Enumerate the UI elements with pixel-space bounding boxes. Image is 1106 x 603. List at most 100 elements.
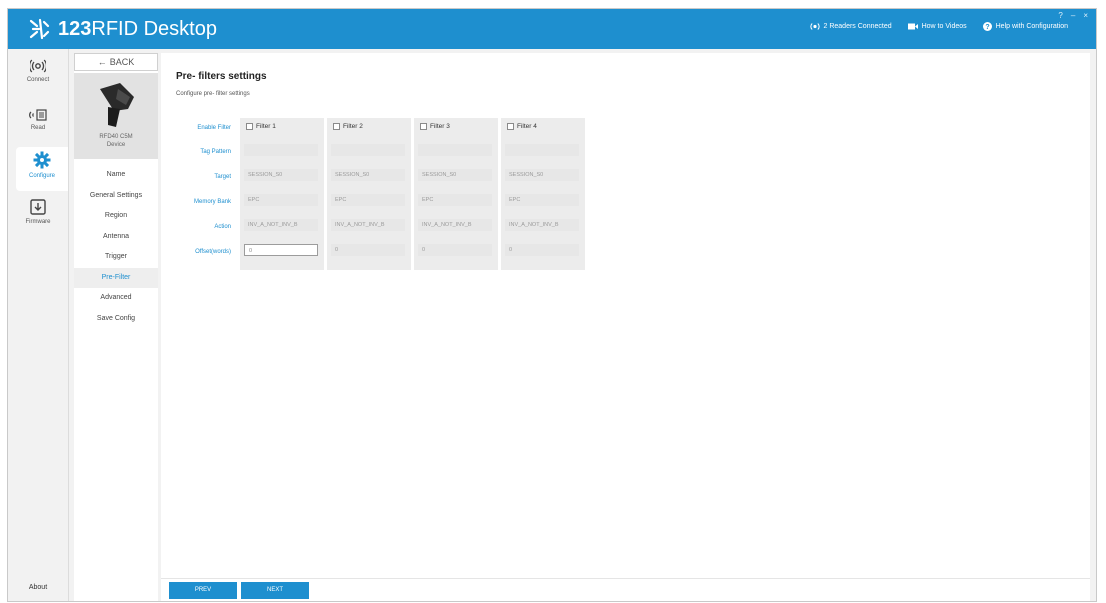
row-label-target: Target bbox=[214, 174, 231, 180]
nav-item-general-settings[interactable]: General Settings bbox=[74, 186, 158, 207]
filter-1-target[interactable]: SESSION_S0 bbox=[244, 169, 318, 181]
filter-1-tag-pattern[interactable] bbox=[244, 144, 318, 156]
nav-item-antenna[interactable]: Antenna bbox=[74, 227, 158, 248]
rail-item-read[interactable]: Read bbox=[12, 105, 64, 145]
zebra-logo-icon bbox=[28, 18, 52, 40]
left-rail: Connect Read Configure Firmware About bbox=[8, 49, 69, 601]
row-label-action: Action bbox=[214, 224, 231, 230]
config-nav-panel: ← BACK RFD40 C5M Device Name General Set… bbox=[74, 53, 158, 601]
row-label-memory-bank: Memory Bank bbox=[193, 199, 231, 205]
app-title-rest: RFID Desktop bbox=[91, 18, 217, 40]
help-window-button[interactable]: ? bbox=[1058, 11, 1062, 20]
row-label-enable-filter: Enable Filter bbox=[197, 125, 231, 131]
filter-1-action[interactable]: INV_A_NOT_INV_B bbox=[244, 219, 318, 231]
filter-4-checkbox[interactable] bbox=[507, 123, 514, 130]
filter-2-tag-pattern[interactable] bbox=[331, 144, 405, 156]
filter-4-action[interactable]: INV_A_NOT_INV_B bbox=[505, 219, 579, 231]
filter-1-offset[interactable]: 0 bbox=[244, 244, 318, 256]
download-icon bbox=[12, 199, 64, 217]
filter-2-offset[interactable]: 0 bbox=[331, 244, 405, 256]
filter-1-label: Filter 1 bbox=[256, 123, 276, 130]
rail-item-configure[interactable]: Configure bbox=[16, 147, 68, 191]
title-bar: 123RFID Desktop 2 Readers Connected How … bbox=[8, 9, 1096, 49]
read-icon bbox=[12, 109, 64, 123]
how-to-videos-label: How to Videos bbox=[921, 23, 967, 30]
nav-item-name[interactable]: Name bbox=[74, 165, 158, 186]
device-name: RFD40 C5M Device bbox=[74, 133, 158, 149]
prev-button[interactable]: PREV bbox=[169, 582, 237, 599]
filter-3-offset[interactable]: 0 bbox=[418, 244, 492, 256]
help-icon: ? bbox=[982, 22, 992, 31]
next-button[interactable]: NEXT bbox=[241, 582, 309, 599]
device-card: RFD40 C5M Device bbox=[74, 73, 158, 159]
reader-icon bbox=[809, 22, 820, 31]
filter-4-memory-bank[interactable]: EPC bbox=[505, 194, 579, 206]
readers-connected-label: 2 Readers Connected bbox=[823, 23, 892, 30]
filter-3-label: Filter 3 bbox=[430, 123, 450, 130]
filter-4-target[interactable]: SESSION_S0 bbox=[505, 169, 579, 181]
nav-item-trigger[interactable]: Trigger bbox=[74, 247, 158, 268]
row-label-tag-pattern: Tag Pattern bbox=[200, 149, 231, 155]
minimize-button[interactable]: – bbox=[1071, 11, 1075, 20]
app-title: 123RFID Desktop bbox=[58, 16, 217, 42]
filter-column-2: Filter 2 SESSION_S0 EPC INV_A_NOT_INV_B … bbox=[327, 118, 411, 270]
filter-3-checkbox[interactable] bbox=[420, 123, 427, 130]
app-window: 123RFID Desktop 2 Readers Connected How … bbox=[7, 8, 1097, 602]
filter-2-memory-bank[interactable]: EPC bbox=[331, 194, 405, 206]
help-configuration-link[interactable]: ? Help with Configuration bbox=[982, 22, 1068, 31]
filter-2-target[interactable]: SESSION_S0 bbox=[331, 169, 405, 181]
filter-column-4: Filter 4 SESSION_S0 EPC INV_A_NOT_INV_B … bbox=[501, 118, 585, 270]
filter-4-enable[interactable]: Filter 4 bbox=[507, 123, 537, 130]
readers-connected-link[interactable]: 2 Readers Connected bbox=[809, 22, 892, 31]
rail-item-connect[interactable]: Connect bbox=[12, 55, 64, 95]
filter-3-tag-pattern[interactable] bbox=[418, 144, 492, 156]
how-to-videos-link[interactable]: How to Videos bbox=[907, 23, 967, 30]
filter-column-3: Filter 3 SESSION_S0 EPC INV_A_NOT_INV_B … bbox=[414, 118, 498, 270]
device-name-line1: RFD40 C5M bbox=[99, 134, 133, 140]
page-title: Pre- filters settings bbox=[176, 71, 267, 82]
page-subtitle: Configure pre- filter settings bbox=[176, 91, 250, 97]
filter-1-enable[interactable]: Filter 1 bbox=[246, 123, 276, 130]
filter-1-memory-bank[interactable]: EPC bbox=[244, 194, 318, 206]
wireless-icon bbox=[12, 59, 64, 75]
rail-label-configure: Configure bbox=[28, 173, 55, 179]
filter-2-action[interactable]: INV_A_NOT_INV_B bbox=[331, 219, 405, 231]
device-name-line2: Device bbox=[106, 142, 126, 148]
filter-1-checkbox[interactable] bbox=[246, 123, 253, 130]
rail-label-read: Read bbox=[30, 125, 46, 131]
rail-label-firmware: Firmware bbox=[25, 219, 51, 225]
main-content: Pre- filters settings Configure pre- fil… bbox=[161, 53, 1090, 579]
row-label-offset: Offset(words) bbox=[195, 249, 231, 255]
window-controls: ? – × bbox=[1058, 11, 1088, 20]
filter-2-checkbox[interactable] bbox=[333, 123, 340, 130]
filter-3-memory-bank[interactable]: EPC bbox=[418, 194, 492, 206]
help-configuration-label: Help with Configuration bbox=[995, 23, 1068, 30]
nav-item-region[interactable]: Region bbox=[74, 206, 158, 227]
filter-3-action[interactable]: INV_A_NOT_INV_B bbox=[418, 219, 492, 231]
filter-3-target[interactable]: SESSION_S0 bbox=[418, 169, 492, 181]
filter-4-offset[interactable]: 0 bbox=[505, 244, 579, 256]
filter-3-enable[interactable]: Filter 3 bbox=[420, 123, 450, 130]
gear-icon bbox=[16, 151, 68, 171]
app-title-bold: 123 bbox=[58, 18, 92, 40]
close-button[interactable]: × bbox=[1083, 11, 1088, 20]
back-button[interactable]: ← BACK bbox=[74, 53, 158, 71]
filter-2-enable[interactable]: Filter 2 bbox=[333, 123, 363, 130]
svg-text:?: ? bbox=[985, 24, 989, 31]
nav-item-advanced[interactable]: Advanced bbox=[74, 288, 158, 309]
filter-4-tag-pattern[interactable] bbox=[505, 144, 579, 156]
video-icon bbox=[907, 23, 918, 30]
filter-column-1: Filter 1 SESSION_S0 EPC INV_A_NOT_INV_B … bbox=[240, 118, 324, 270]
back-label: BACK bbox=[109, 57, 135, 67]
nav-item-pre-filter[interactable]: Pre-Filter bbox=[74, 267, 158, 288]
nav-list: Name General Settings Region Antenna Tri… bbox=[74, 165, 158, 329]
header-actions: 2 Readers Connected How to Videos ? Help… bbox=[809, 22, 1068, 31]
rail-item-firmware[interactable]: Firmware bbox=[12, 195, 64, 235]
filter-4-label: Filter 4 bbox=[517, 123, 537, 130]
filter-2-label: Filter 2 bbox=[343, 123, 363, 130]
arrow-left-icon: ← bbox=[97, 57, 107, 67]
rfid-sled-image bbox=[94, 81, 138, 134]
nav-item-save-config[interactable]: Save Config bbox=[74, 309, 158, 330]
about-link[interactable]: About bbox=[8, 584, 68, 591]
rail-label-connect: Connect bbox=[26, 77, 50, 83]
